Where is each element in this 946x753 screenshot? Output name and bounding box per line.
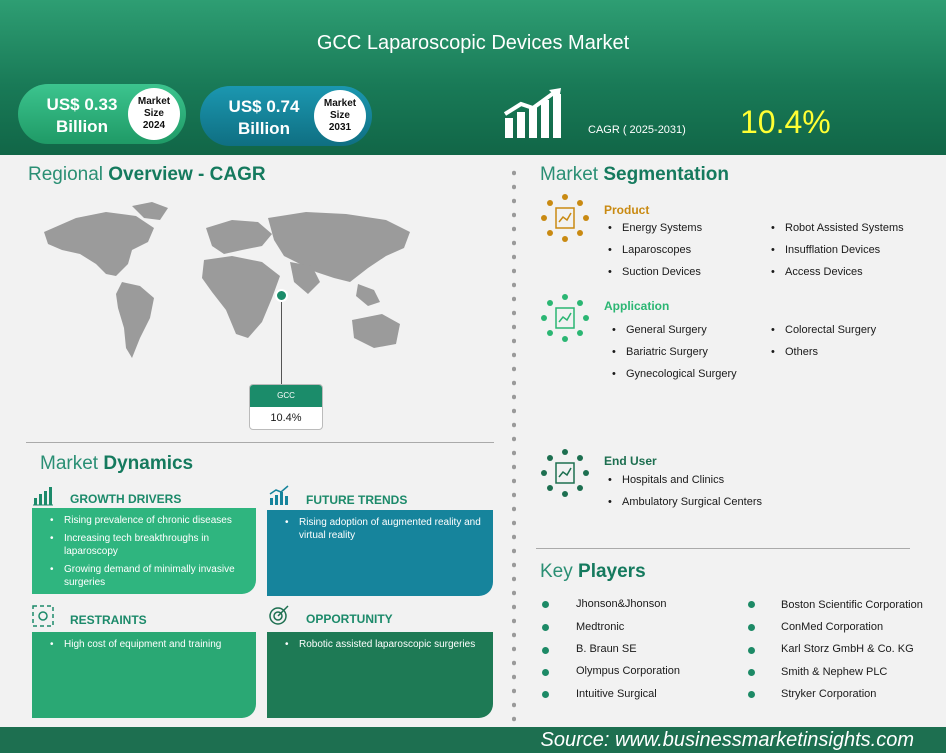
- cagr-value: 10.4%: [740, 104, 831, 140]
- opportunity-icon: [269, 605, 289, 625]
- product-item: Access Devices: [771, 266, 863, 278]
- key-player-name: ConMed Corporation: [781, 621, 884, 633]
- application-heading: Application: [604, 299, 670, 313]
- product-item: Robot Assisted Systems: [771, 222, 904, 234]
- regional-overview-title: Regional Overview - CAGR: [28, 164, 266, 185]
- growth-driver-item: Growing demand of minimally invasive sur…: [46, 563, 248, 589]
- market-segmentation-title: Market Segmentation: [540, 164, 729, 185]
- source-text: Source: www.businessmarketinsights.com: [540, 729, 914, 751]
- end-user-item: Hospitals and Clinics: [608, 474, 724, 486]
- key-player-name: Karl Storz GmbH & Co. KG: [781, 643, 914, 655]
- key-player-bullet: [748, 624, 755, 631]
- end-user-item: Ambulatory Surgical Centers: [608, 496, 762, 508]
- opportunity-item: Robotic assisted laparoscopic surgeries: [281, 638, 485, 651]
- growth-chart-icon: [503, 88, 561, 138]
- key-player-bullet: [542, 624, 549, 631]
- market-size-2031-label: Market Size 2031: [314, 90, 366, 142]
- market-size-2031-amount: US$ 0.74 Billion: [228, 97, 300, 138]
- key-player-name: Stryker Corporation: [781, 688, 877, 700]
- growth-drivers-icon: [33, 487, 53, 506]
- restraints-card: High cost of equipment and training: [32, 632, 256, 718]
- key-player-bullet: [542, 647, 549, 654]
- product-item: Laparoscopes: [608, 244, 691, 256]
- key-player-name: B. Braun SE: [576, 643, 637, 655]
- product-heading: Product: [604, 203, 650, 217]
- market-size-2024-pill: US$ 0.33 Billion Market Size 2024: [18, 84, 186, 144]
- market-size-2024-amount: US$ 0.33 Billion: [46, 95, 118, 136]
- divider-right: [536, 548, 910, 549]
- application-item: Colorectal Surgery: [771, 324, 876, 336]
- gcc-connector-line: [281, 302, 282, 384]
- key-player-bullet: [542, 691, 549, 698]
- cagr-label: CAGR ( 2025-2031): [588, 124, 686, 136]
- product-item: Suction Devices: [608, 266, 701, 278]
- market-dynamics-title: Market Dynamics: [40, 453, 194, 474]
- application-item: General Surgery: [612, 324, 707, 336]
- gcc-cagr-box: GCC 10.4%: [249, 384, 323, 430]
- opportunity-heading: OPPORTUNITY: [306, 612, 393, 626]
- key-player-bullet: [748, 691, 755, 698]
- application-icon: [541, 294, 589, 342]
- product-item: Insufflation Devices: [771, 244, 880, 256]
- key-player-bullet: [748, 601, 755, 608]
- key-players-title: Key Players: [540, 561, 646, 582]
- end-user-icon: [541, 449, 589, 497]
- application-item: Bariatric Surgery: [612, 346, 708, 358]
- key-player-name: Jhonson&Jhonson: [576, 598, 667, 610]
- product-item: Energy Systems: [608, 222, 702, 234]
- future-trends-icon: [269, 485, 289, 505]
- key-player-name: Intuitive Surgical: [576, 688, 657, 700]
- end-user-heading: End User: [604, 454, 657, 468]
- product-icon: [541, 194, 589, 242]
- key-player-name: Olympus Corporation: [576, 665, 680, 677]
- key-player-bullet: [748, 669, 755, 676]
- restraints-heading: RESTRAINTS: [70, 613, 147, 627]
- header-banner: GCC Laparoscopic Devices Market US$ 0.33…: [0, 0, 946, 155]
- key-player-name: Smith & Nephew PLC: [781, 666, 888, 678]
- growth-drivers-card: Rising prevalence of chronic diseases In…: [32, 508, 256, 594]
- restraints-icon: [32, 605, 54, 627]
- growth-driver-item: Increasing tech breakthroughs in laparos…: [46, 532, 248, 558]
- dotted-divider: [512, 166, 516, 726]
- market-size-2024-label: Market Size 2024: [128, 88, 180, 140]
- gcc-map-marker: [275, 289, 288, 302]
- application-item: Others: [771, 346, 818, 358]
- key-player-bullet: [748, 647, 755, 654]
- future-trends-heading: FUTURE TRENDS: [306, 493, 408, 507]
- key-player-bullet: [542, 601, 549, 608]
- application-item: Gynecological Surgery: [612, 368, 737, 380]
- gcc-region-value: 10.4%: [270, 412, 302, 424]
- market-size-2031-pill: US$ 0.74 Billion Market Size 2031: [200, 86, 372, 146]
- page-title: GCC Laparoscopic Devices Market: [316, 32, 630, 54]
- future-trends-card: Rising adoption of augmented reality and…: [267, 510, 493, 596]
- key-player-bullet: [542, 669, 549, 676]
- footer-bar: Source: www.businessmarketinsights.com: [0, 727, 946, 753]
- gcc-region-name: GCC: [250, 385, 322, 407]
- growth-driver-item: Rising prevalence of chronic diseases: [46, 514, 248, 527]
- future-trend-item: Rising adoption of augmented reality and…: [281, 516, 485, 542]
- divider-left: [26, 442, 494, 443]
- opportunity-card: Robotic assisted laparoscopic surgeries: [267, 632, 493, 718]
- growth-drivers-heading: GROWTH DRIVERS: [70, 492, 182, 506]
- key-player-name: Medtronic: [576, 621, 625, 633]
- key-player-name: Boston Scientific Corporation: [781, 599, 923, 611]
- restraint-item: High cost of equipment and training: [46, 638, 248, 651]
- world-map: [44, 202, 410, 358]
